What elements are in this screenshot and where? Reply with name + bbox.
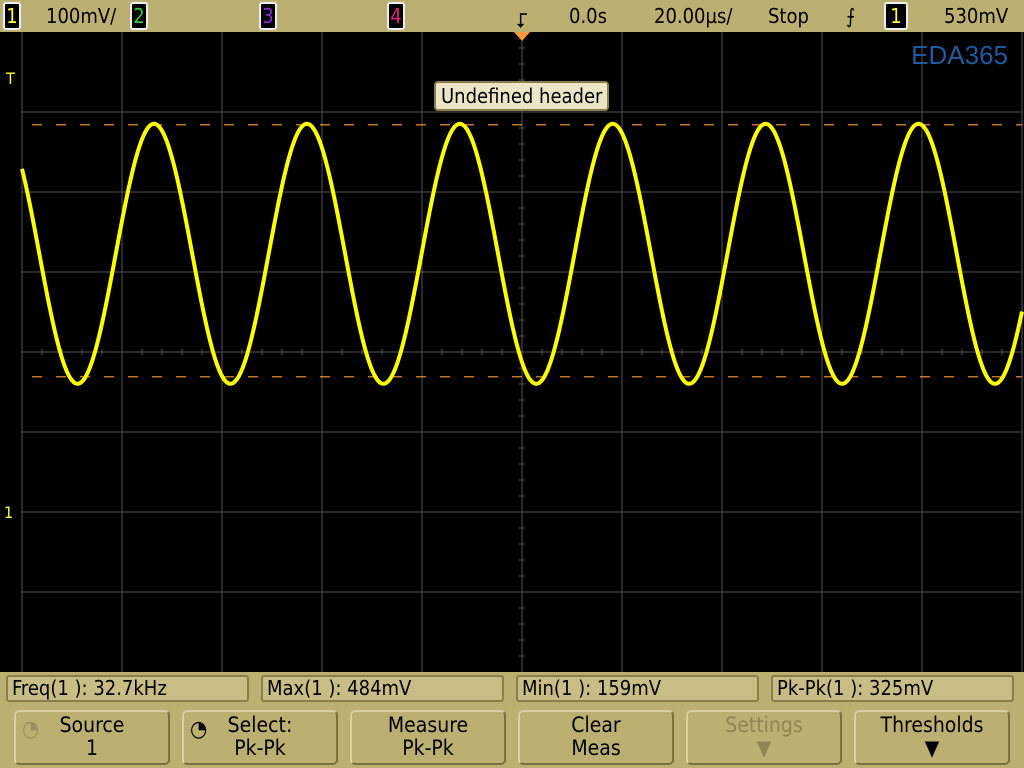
- entry-knob-icon: ◔: [22, 717, 40, 742]
- settings-softkey[interactable]: Settings ▼: [686, 710, 842, 765]
- trigger-level[interactable]: 530mV: [944, 4, 1008, 28]
- entry-knob-icon: ◔: [190, 717, 208, 742]
- measurement-panel: Freq(1 ): 32.7kHz Max(1 ): 484mV Min(1 )…: [0, 672, 1024, 768]
- channel-2-button[interactable]: 2: [130, 2, 148, 30]
- softkey-label: Clear: [571, 713, 621, 737]
- select-softkey[interactable]: ◔ Select: Pk-Pk: [182, 710, 338, 765]
- softkey-value: Pk-Pk: [402, 736, 454, 760]
- measurement-min: Min(1 ): 159mV: [516, 675, 759, 702]
- softkey-label: Settings: [725, 713, 803, 737]
- trigger-level-marker: T: [5, 69, 15, 88]
- channel-4-button[interactable]: 4: [387, 2, 405, 30]
- ground-marker: 1: [4, 503, 13, 522]
- status-bar: 1 100mV/ 2 3 4 ⮦ 0.0s 20.00µs/ Stop ⨍ 1 …: [0, 0, 1024, 32]
- trigger-source[interactable]: 1: [884, 2, 908, 30]
- source-softkey[interactable]: ◔ Source 1: [14, 710, 170, 765]
- measurement-pkpk: Pk-Pk(1 ): 325mV: [771, 675, 1014, 702]
- ch1-scale[interactable]: 100mV/: [46, 4, 116, 28]
- measure-softkey[interactable]: Measure Pk-Pk: [350, 710, 506, 765]
- softkey-value: Meas: [571, 736, 621, 760]
- waveform-display: T 1: [4, 32, 1024, 672]
- clear-meas-softkey[interactable]: Clear Meas: [518, 710, 674, 765]
- trigger-position-marker: [514, 32, 530, 41]
- measurement-freq: Freq(1 ): 32.7kHz: [6, 675, 249, 702]
- trigger-slope-icon: ⨍: [846, 4, 856, 28]
- timebase[interactable]: 20.00µs/: [654, 4, 732, 28]
- eda365-logo: EDA365: [911, 40, 1008, 70]
- submenu-arrow-icon: ▼: [756, 736, 772, 760]
- measurement-max: Max(1 ): 484mV: [261, 675, 504, 702]
- submenu-arrow-icon: ▼: [924, 736, 940, 760]
- graticule: [21, 32, 1023, 672]
- channel-1-button[interactable]: 1: [3, 2, 21, 30]
- softkey-label: Measure: [387, 713, 469, 737]
- thresholds-softkey[interactable]: Thresholds ▼: [854, 710, 1010, 765]
- run-state[interactable]: Stop: [768, 4, 809, 28]
- softkey-label: Thresholds: [880, 713, 984, 737]
- channel-3-button[interactable]: 3: [259, 2, 277, 30]
- delay-reference-icon: ⮦: [516, 8, 528, 32]
- header-popup: Undefined header: [434, 81, 610, 111]
- delay-value[interactable]: 0.0s: [569, 4, 607, 28]
